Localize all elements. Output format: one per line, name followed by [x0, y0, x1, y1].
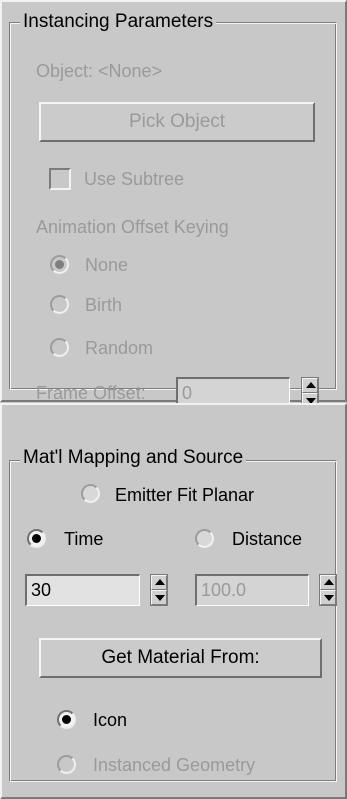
arrow-up-icon: [324, 579, 334, 585]
pick-object-button[interactable]: Pick Object: [39, 102, 315, 142]
spinner-up-button[interactable]: [151, 575, 167, 590]
material-mapping-rollout: Mat'l Mapping and Source Emitter Fit Pla…: [0, 403, 347, 799]
distance-spinner[interactable]: [319, 574, 337, 606]
object-label: Object: <None>: [36, 61, 163, 81]
animation-offset-keying-label: Animation Offset Keying: [36, 217, 229, 237]
radio-dot-icon: [32, 534, 41, 543]
radio-dot-icon: [55, 260, 64, 269]
arrow-up-icon: [306, 382, 316, 388]
emitter-fit-planar-radio[interactable]: [81, 484, 100, 503]
source-instanced-geometry-radio[interactable]: [57, 755, 76, 774]
radio-dot-icon: [62, 715, 71, 724]
emitter-fit-planar-label: Emitter Fit Planar: [115, 485, 255, 505]
material-mapping-title: Mat'l Mapping and Source: [20, 447, 247, 469]
offset-birth-label: Birth: [85, 295, 123, 315]
instancing-parameters-rollout: Instancing Parameters Object: <None> Pic…: [0, 0, 347, 409]
time-spinner[interactable]: [150, 574, 168, 606]
source-icon-label: Icon: [93, 710, 128, 730]
distance-radio[interactable]: [195, 529, 214, 548]
spinner-down-button[interactable]: [320, 590, 336, 605]
time-radio[interactable]: [27, 529, 46, 548]
spinner-up-button[interactable]: [302, 378, 318, 393]
time-label: Time: [64, 529, 104, 549]
distance-input[interactable]: 100.0: [195, 574, 309, 606]
instancing-parameters-title: Instancing Parameters: [20, 11, 217, 33]
offset-random-label: Random: [85, 338, 154, 358]
source-instanced-geometry-label: Instanced Geometry: [93, 755, 256, 775]
offset-none-label: None: [85, 255, 129, 275]
get-material-from-button[interactable]: Get Material From:: [39, 638, 322, 678]
distance-label: Distance: [232, 529, 303, 549]
offset-birth-radio[interactable]: [50, 295, 69, 314]
arrow-down-icon: [324, 595, 334, 601]
spinner-up-button[interactable]: [320, 575, 336, 590]
frame-offset-label: Frame Offset:: [36, 383, 146, 403]
arrow-down-icon: [155, 595, 165, 601]
source-icon-radio[interactable]: [57, 710, 76, 729]
use-subtree-label: Use Subtree: [84, 169, 185, 189]
use-subtree-checkbox[interactable]: [49, 168, 71, 190]
offset-random-radio[interactable]: [50, 338, 69, 357]
arrow-up-icon: [155, 579, 165, 585]
offset-none-radio[interactable]: [50, 255, 69, 274]
time-input[interactable]: 30: [25, 574, 140, 606]
material-mapping-group: [9, 460, 337, 782]
spinner-down-button[interactable]: [151, 590, 167, 605]
